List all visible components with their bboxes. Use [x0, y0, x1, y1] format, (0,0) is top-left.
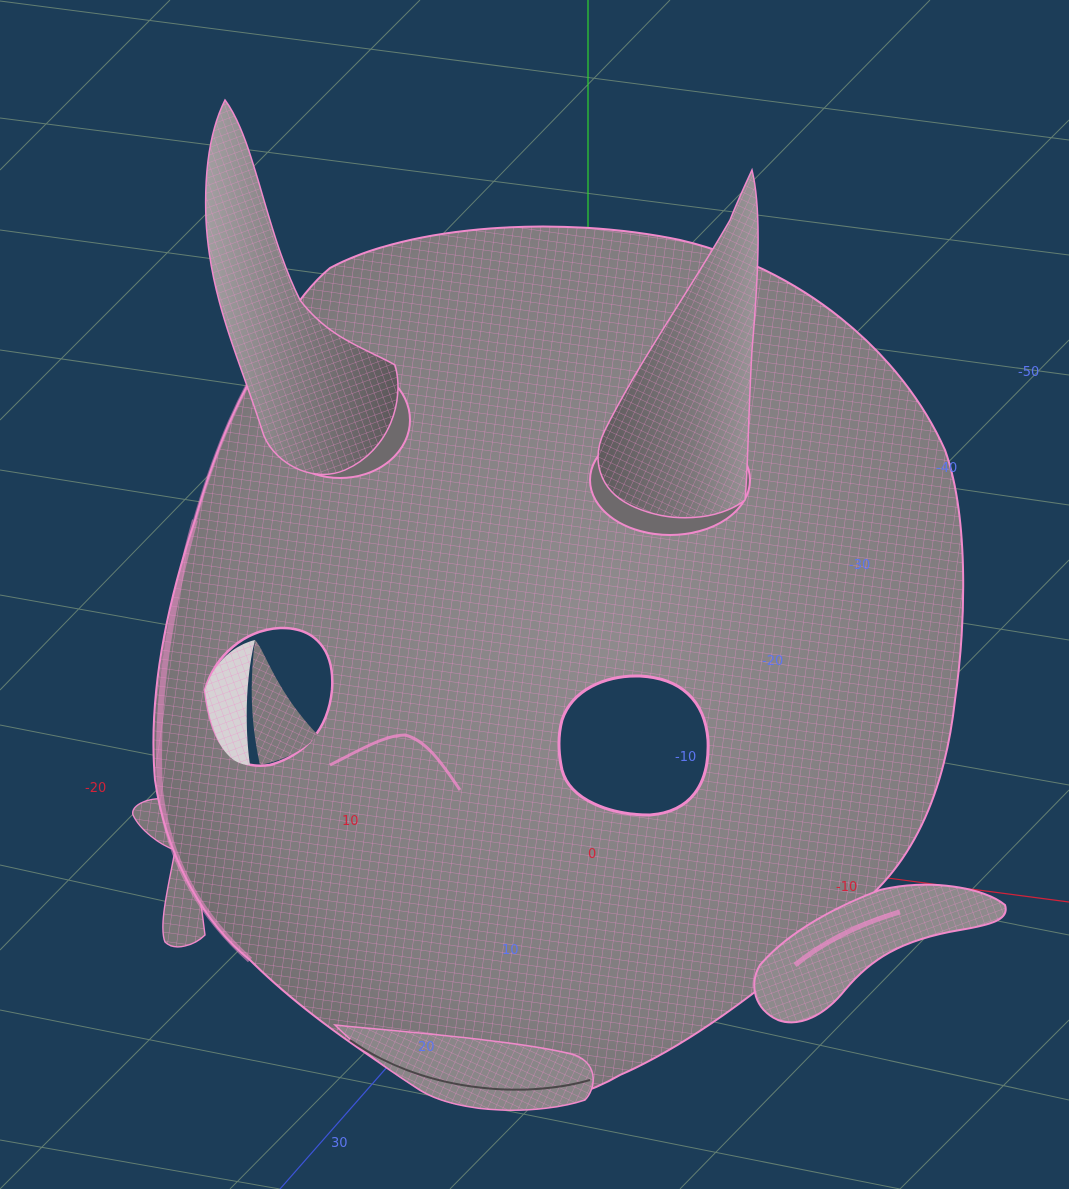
horned-mask-model[interactable] — [132, 98, 1007, 1111]
blue-tick-label: 30 — [331, 1136, 348, 1151]
red-tick-label: -10 — [836, 880, 857, 895]
blue-tick-label: -10 — [675, 750, 696, 765]
right-eye-hole — [557, 674, 710, 817]
3d-viewport[interactable]: -20 10 0 -10 -50 -40 -30 -20 -10 10 20 3… — [0, 0, 1069, 1189]
blue-tick-label: -20 — [762, 654, 783, 669]
blue-tick-label: -40 — [936, 461, 957, 476]
viewport-canvas[interactable]: -20 10 0 -10 -50 -40 -30 -20 -10 10 20 3… — [0, 0, 1069, 1189]
red-tick-label: 0 — [588, 847, 596, 862]
blue-tick-label: -30 — [849, 558, 870, 573]
blue-tick-label: 10 — [502, 943, 519, 958]
red-tick-label: -20 — [85, 781, 106, 796]
red-tick-label: 10 — [342, 814, 359, 829]
blue-tick-label: 20 — [418, 1040, 435, 1055]
blue-tick-label: -50 — [1018, 365, 1039, 380]
